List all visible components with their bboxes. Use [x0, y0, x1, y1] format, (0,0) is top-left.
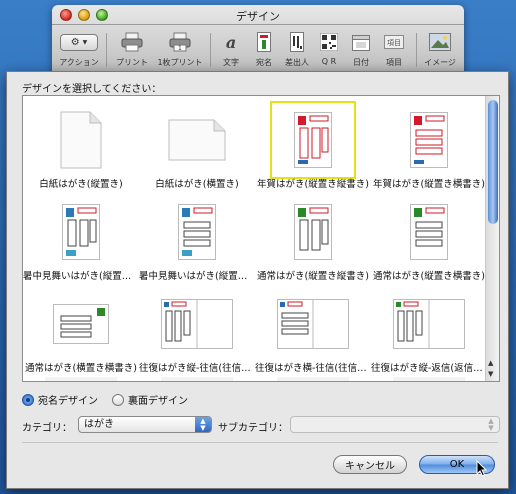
toolbar-image[interactable]: イメージ: [420, 29, 460, 68]
separator: [22, 442, 498, 443]
toolbar-date[interactable]: 日付: [346, 29, 376, 68]
design-item[interactable]: 白紙はがき(縦置き): [23, 101, 139, 193]
toolbar-qr[interactable]: Q R: [314, 29, 344, 66]
design-item-selected[interactable]: 年賀はがき(縦置き縦書き): [255, 101, 371, 193]
design-grid: 白紙はがき(縦置き) 白紙はがき(横置き) 年賀はがき(縦置き縦書き) 年賀はが…: [22, 95, 500, 382]
radio-unselected-icon: [112, 393, 124, 406]
design-thumbnail: [393, 200, 465, 264]
postcard-preview: [294, 204, 332, 260]
toolbar-sender[interactable]: 差出人: [280, 29, 314, 68]
design-thumbnail: [161, 292, 233, 356]
design-item[interactable]: [371, 377, 487, 381]
postcard-preview: [62, 204, 100, 260]
gear-icon: ⚙: [70, 36, 80, 48]
window-titlebar: デザイン: [52, 5, 464, 25]
toolbar-address[interactable]: 宛名: [249, 29, 279, 68]
blank-page-icon: [168, 119, 226, 161]
toolbar-print[interactable]: プリント: [112, 29, 152, 68]
design-item[interactable]: 年賀はがき(縦置き横書き): [371, 101, 487, 193]
svg-text:1: 1: [178, 45, 182, 52]
design-thumbnail: [161, 108, 233, 172]
design-thumbnail: [277, 200, 349, 264]
design-item[interactable]: 往復はがき横-往信(往信表…: [255, 285, 371, 377]
design-item[interactable]: 往復はがき縦-往信(往信表…: [139, 285, 255, 377]
postcard-preview: [410, 112, 448, 168]
window-title: デザイン: [236, 10, 280, 23]
postcard-preview: [53, 304, 109, 344]
design-thumbnail: [45, 292, 117, 356]
toolbar-field[interactable]: 項目 項目: [378, 29, 410, 68]
radio-back-design[interactable]: 裏面デザイン: [112, 392, 188, 407]
category-label: カテゴリ：: [22, 423, 72, 434]
design-item[interactable]: 暑中見舞いはがき(縦置き…: [139, 193, 255, 285]
chevron-down-icon: ▼: [82, 38, 88, 46]
design-item[interactable]: 白紙はがき(横置き): [139, 101, 255, 193]
design-item[interactable]: [139, 377, 255, 381]
design-thumbnail: [393, 292, 465, 356]
face-options: 宛名デザイン 裏面デザイン: [22, 392, 188, 407]
design-thumbnail: [277, 292, 349, 356]
updown-arrows-icon: ▲ ▼: [488, 416, 494, 432]
dialog-prompt: デザインを選択してください：: [22, 84, 162, 95]
calendar-icon: [346, 29, 376, 55]
design-thumbnail: [45, 108, 117, 172]
printer-icon: [112, 29, 152, 55]
toolbar: ⚙ ▼ アクション プリント 1 1枚プリント a 文字 宛名 差出人 Q R …: [52, 27, 464, 73]
svg-text:項目: 項目: [387, 39, 401, 47]
design-item[interactable]: 往復はがき縦-返信(返信表…: [371, 285, 487, 377]
scroll-down-arrow-icon[interactable]: ▼: [488, 370, 493, 378]
design-dialog: デザインを選択してください： 白紙はがき(縦置き) 白紙はがき(横置き) 年賀は…: [6, 71, 509, 489]
postcard-preview: [161, 299, 233, 349]
design-item[interactable]: 暑中見舞いはがき(縦置き…: [23, 193, 139, 285]
scroll-thumb[interactable]: [488, 100, 498, 224]
subcategory-select[interactable]: ▲ ▼: [290, 416, 500, 433]
postcard-preview: [393, 299, 465, 349]
blank-page-icon: [60, 111, 102, 169]
toolbar-action[interactable]: ⚙ ▼ アクション: [56, 29, 102, 68]
postcard-preview: [178, 204, 216, 260]
address-icon: [249, 29, 279, 55]
sender-icon: [280, 29, 314, 55]
category-row: カテゴリ： はがき ▲ ▼ サブカテゴリ： ▲ ▼: [22, 416, 500, 434]
design-thumbnail: [270, 101, 356, 179]
qr-code-icon: [314, 29, 344, 55]
design-item[interactable]: 通常はがき(縦置き横書き): [371, 193, 487, 285]
toolbar-print-single[interactable]: 1 1枚プリント: [156, 29, 204, 68]
main-window: デザイン ⚙ ▼ アクション プリント 1 1枚プリント a 文字 宛名 差出人…: [52, 5, 464, 75]
design-thumbnail: [161, 200, 233, 264]
image-icon: [420, 29, 460, 55]
category-select[interactable]: はがき ▲ ▼: [78, 416, 212, 433]
field-icon: 項目: [378, 29, 410, 55]
updown-arrows-icon: ▲ ▼: [195, 417, 211, 432]
subcategory-label: サブカテゴリ：: [218, 423, 288, 434]
design-item[interactable]: 通常はがき(縦置き縦書き): [255, 193, 371, 285]
design-item[interactable]: [23, 377, 139, 381]
toolbar-text[interactable]: a 文字: [216, 29, 246, 68]
mouse-cursor-icon: [476, 459, 488, 481]
design-item[interactable]: [255, 377, 371, 381]
design-item[interactable]: 通常はがき(横置き横書き): [23, 285, 139, 377]
text-icon: a: [225, 32, 237, 52]
design-thumbnail: [393, 108, 465, 172]
radio-address-design[interactable]: 宛名デザイン: [22, 392, 98, 407]
vertical-scrollbar[interactable]: ▲ ▼: [485, 96, 499, 381]
postcard-preview: [294, 112, 332, 168]
scroll-up-arrow-icon[interactable]: ▲: [488, 359, 493, 367]
postcard-preview: [410, 204, 448, 260]
postcard-preview: [277, 299, 349, 349]
printer-single-icon: 1: [156, 29, 204, 55]
cancel-button[interactable]: キャンセル: [333, 455, 407, 474]
radio-selected-icon: [22, 393, 34, 406]
design-thumbnail: [45, 200, 117, 264]
